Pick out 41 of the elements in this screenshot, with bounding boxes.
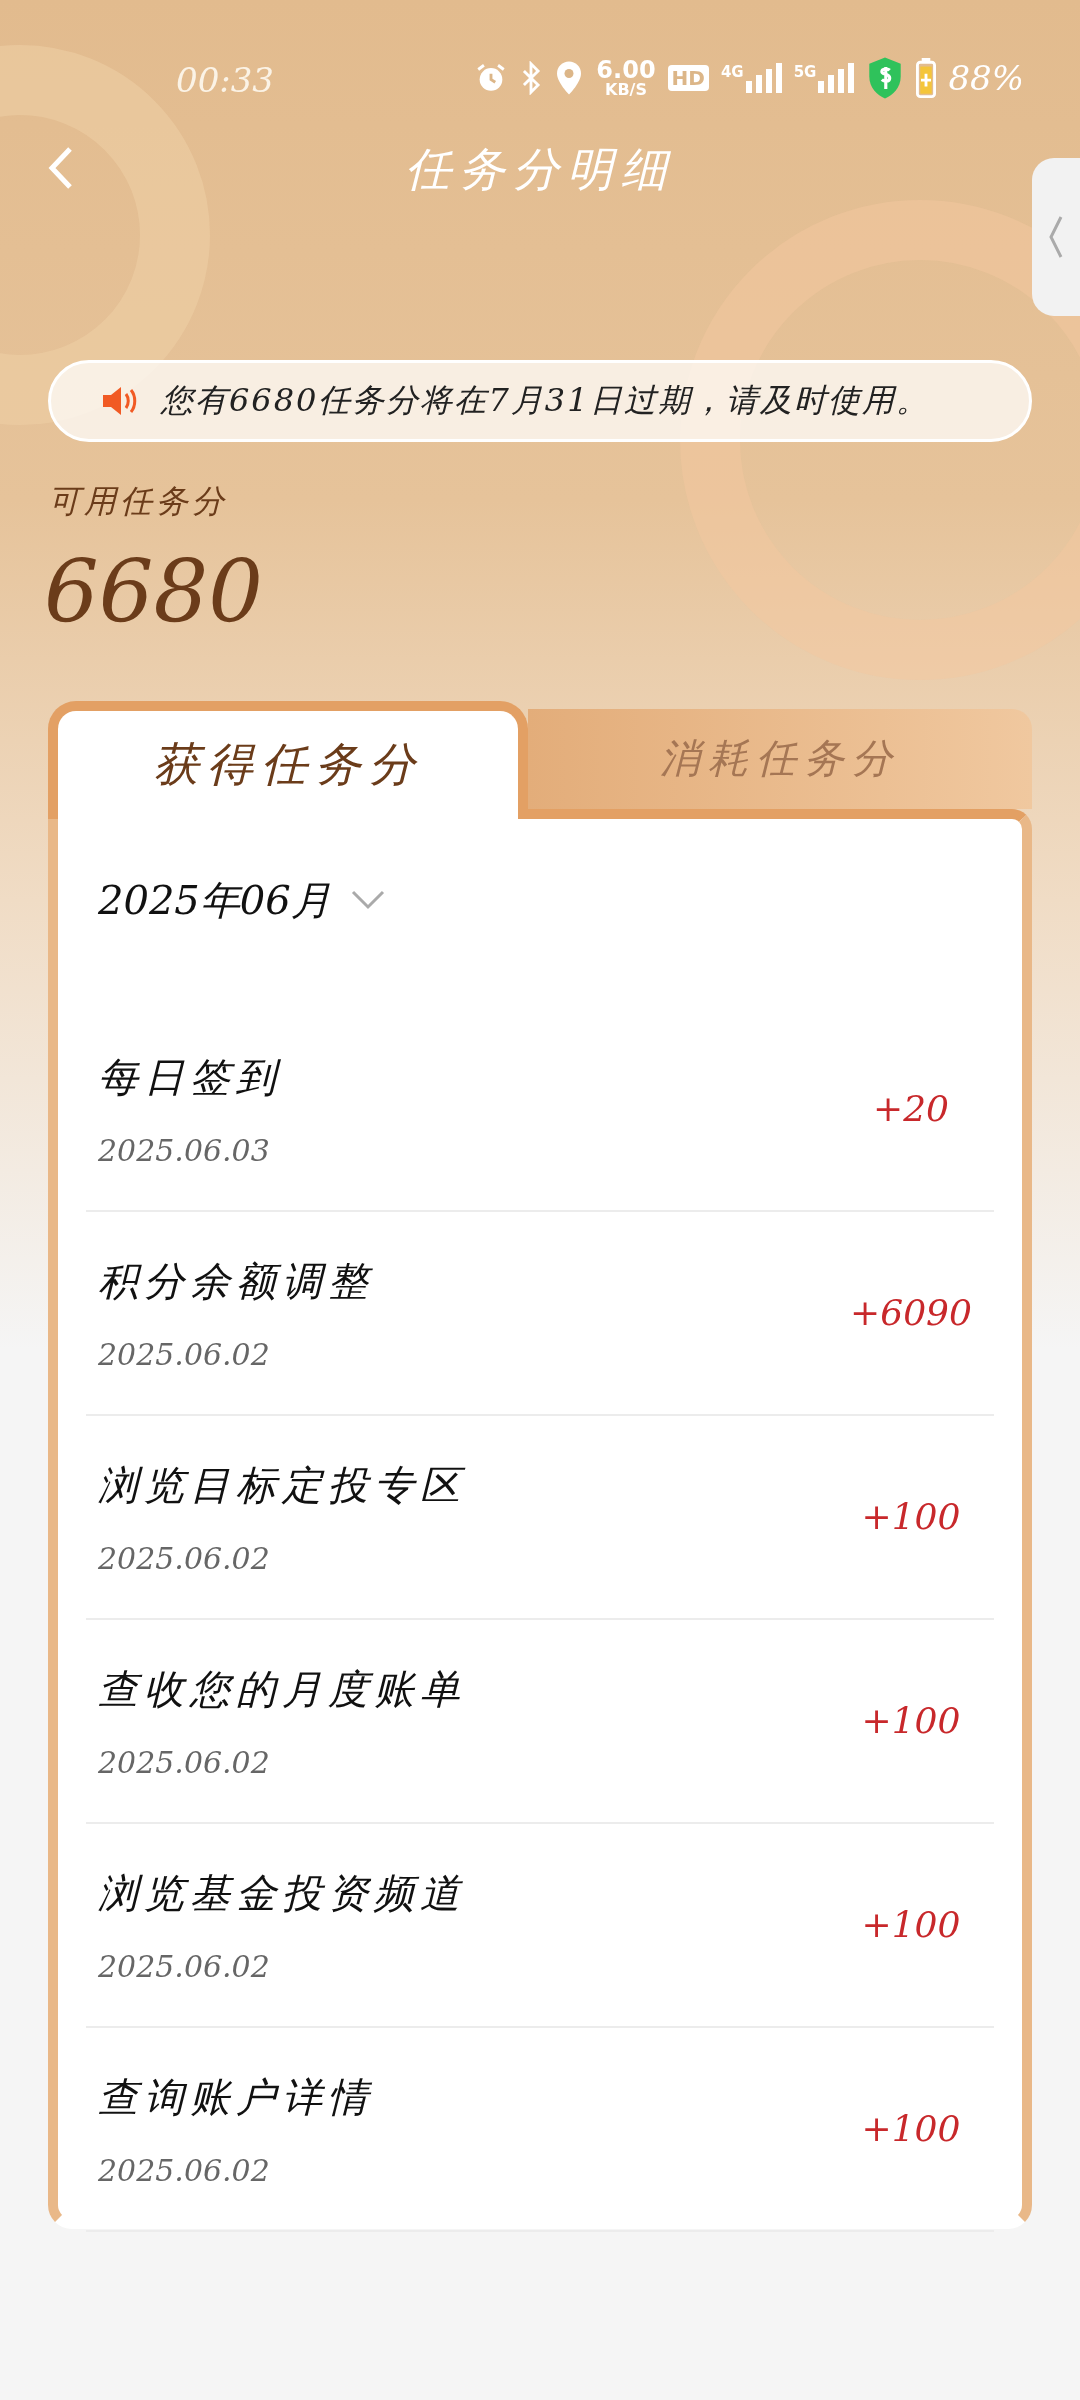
battery-level: 88% <box>948 58 1024 98</box>
record-title: 查询账户详情 <box>98 2072 374 2122</box>
month-picker[interactable]: 2025年06月 <box>98 872 385 928</box>
record-date: 2025.06.02 <box>98 1744 271 1780</box>
side-handle[interactable] <box>1032 158 1080 316</box>
balance-label: 可用任务分 <box>48 481 229 522</box>
record-points: +6090 <box>849 1292 973 1334</box>
network-type: 4G <box>720 63 744 81</box>
record-title: 浏览基金投资频道 <box>98 1868 466 1918</box>
record-date: 2025.06.03 <box>98 1132 271 1168</box>
bluetooth-icon <box>520 61 543 95</box>
notice-text: 您有6680任务分将在7月31日过期，请及时使用。 <box>161 380 930 421</box>
record-points: +100 <box>860 2108 962 2150</box>
back-button[interactable] <box>48 146 74 190</box>
page-title: 任务分明细 <box>405 141 675 198</box>
chevron-down-icon <box>350 890 385 911</box>
record-points: +100 <box>860 1904 962 1946</box>
tab[interactable]: 获得任务分 <box>48 700 528 819</box>
record-title: 积分余额调整 <box>98 1256 374 1306</box>
record-points: +100 <box>860 1700 962 1742</box>
chevron-left-icon <box>1048 215 1064 259</box>
signal-icon <box>745 63 782 93</box>
record-date: 2025.06.02 <box>98 1540 271 1576</box>
record-date: 2025.06.02 <box>98 1948 271 1984</box>
back-icon <box>48 146 74 190</box>
record-title: 浏览目标定投专区 <box>98 1460 466 1510</box>
signal-icon <box>818 63 855 93</box>
speaker-icon <box>101 384 139 418</box>
network-type: 5G <box>793 63 817 81</box>
network-speed: 6.00 <box>596 58 656 82</box>
hd-badge: HD <box>667 65 709 91</box>
record-date: 2025.06.02 <box>98 2152 271 2188</box>
record-title: 每日签到 <box>98 1052 282 1102</box>
status-time: 00:33 <box>176 60 274 100</box>
record-date: 2025.06.02 <box>98 1336 271 1372</box>
record-points: +20 <box>872 1088 950 1130</box>
battery-icon <box>916 58 937 98</box>
speed-unit: KB/S <box>605 82 647 98</box>
record-title: 查收您的月度账单 <box>98 1664 466 1714</box>
balance-value: 6680 <box>44 544 264 639</box>
record-points: +100 <box>860 1496 962 1538</box>
